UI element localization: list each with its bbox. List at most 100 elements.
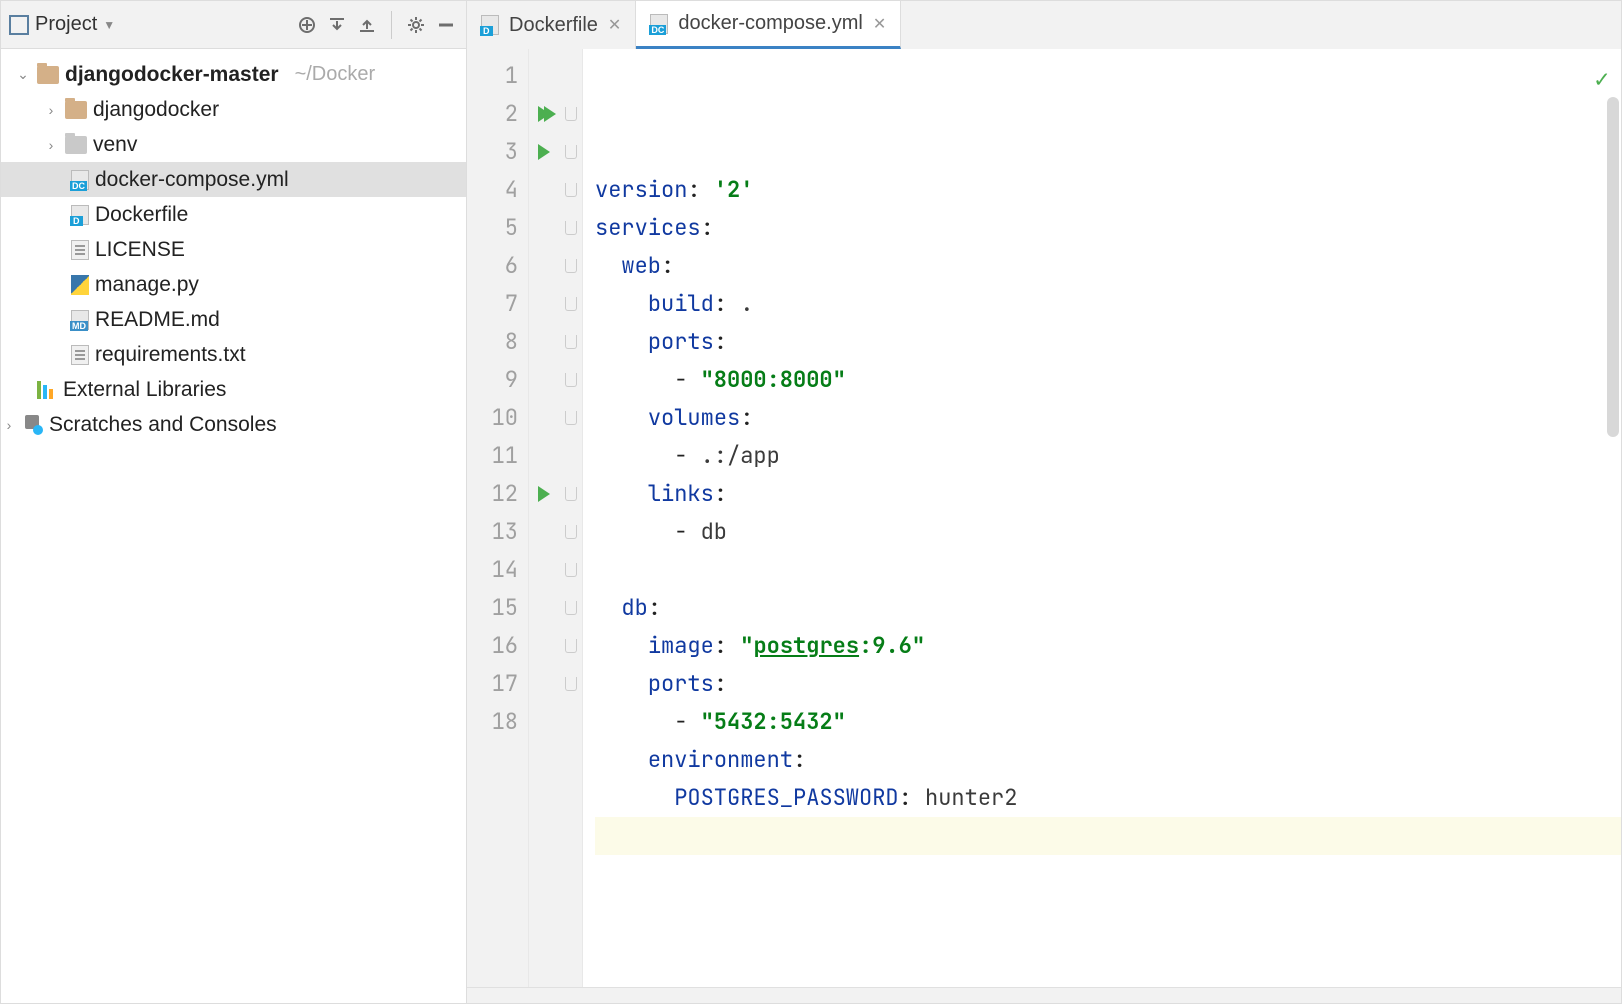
fold-icon[interactable] <box>565 335 577 349</box>
code-line[interactable]: - "8000:8000" <box>595 361 1621 399</box>
tree-item-manage-py[interactable]: manage.py <box>1 267 466 302</box>
project-sidebar: Project ▼ ⌄ dj <box>1 1 467 1003</box>
tree-item-label: LICENSE <box>95 238 185 262</box>
fold-icon[interactable] <box>565 525 577 539</box>
code-line[interactable]: version: '2' <box>595 171 1621 209</box>
file-icon <box>71 240 89 260</box>
tree-item-label: venv <box>93 133 137 157</box>
code-line[interactable]: environment: <box>595 741 1621 779</box>
tree-item-Dockerfile[interactable]: Dockerfile <box>1 197 466 232</box>
fold-icon[interactable] <box>565 411 577 425</box>
expand-all-icon[interactable] <box>325 13 349 37</box>
code-line[interactable]: - "5432:5432" <box>595 703 1621 741</box>
gear-icon[interactable] <box>404 13 428 37</box>
close-icon[interactable]: ✕ <box>608 15 621 35</box>
libraries-icon <box>37 381 57 399</box>
code-line[interactable]: web: <box>595 247 1621 285</box>
run-icon[interactable] <box>538 144 550 160</box>
file-icon <box>481 15 499 35</box>
file-icon <box>71 345 89 365</box>
line-number[interactable]: 6 <box>471 247 518 285</box>
code-line[interactable] <box>595 551 1621 589</box>
fold-icon[interactable] <box>565 107 577 121</box>
code-line[interactable]: db: <box>595 589 1621 627</box>
file-icon <box>71 205 89 225</box>
code-line[interactable]: ports: <box>595 323 1621 361</box>
fold-icon[interactable] <box>565 373 577 387</box>
tree-root[interactable]: ⌄ djangodocker-master ~/Docker <box>1 57 466 92</box>
code-area[interactable]: ✓ version: '2'services: web: build: . po… <box>583 49 1621 987</box>
fold-icon[interactable] <box>565 259 577 273</box>
fold-icon[interactable] <box>565 677 577 691</box>
code-line[interactable]: image: "postgres:9.6" <box>595 627 1621 665</box>
external-libraries[interactable]: External Libraries <box>1 372 466 407</box>
project-view-selector[interactable]: Project ▼ <box>9 13 115 36</box>
code-line[interactable] <box>595 817 1621 855</box>
inspection-ok-icon[interactable]: ✓ <box>1595 61 1609 99</box>
line-number[interactable]: 9 <box>471 361 518 399</box>
line-number[interactable]: 5 <box>471 209 518 247</box>
code-line[interactable]: links: <box>595 475 1621 513</box>
tab-Dockerfile[interactable]: Dockerfile✕ <box>467 1 636 49</box>
line-number[interactable]: 1 <box>471 57 518 95</box>
line-number[interactable]: 17 <box>471 665 518 703</box>
line-number[interactable]: 10 <box>471 399 518 437</box>
line-number[interactable]: 11 <box>471 437 518 475</box>
line-number[interactable]: 18 <box>471 703 518 741</box>
tree-item-README-md[interactable]: README.md <box>1 302 466 337</box>
editor-tabs: Dockerfile✕ docker-compose.yml ✕ <box>467 1 1621 49</box>
fold-gutter <box>559 49 583 987</box>
fold-icon[interactable] <box>565 563 577 577</box>
code-line[interactable]: ports: <box>595 665 1621 703</box>
line-number[interactable]: 2 <box>471 95 518 133</box>
editor[interactable]: 123456789101112131415161718 ✓ version: '… <box>467 49 1621 987</box>
line-number[interactable]: 8 <box>471 323 518 361</box>
tree-item-LICENSE[interactable]: LICENSE <box>1 232 466 267</box>
run-icon[interactable] <box>538 486 550 502</box>
fold-icon[interactable] <box>565 221 577 235</box>
line-number[interactable]: 13 <box>471 513 518 551</box>
line-number[interactable]: 4 <box>471 171 518 209</box>
fold-icon[interactable] <box>565 639 577 653</box>
tree-item-djangodocker[interactable]: ›djangodocker <box>1 92 466 127</box>
tab-label: docker-compose.yml <box>678 12 863 35</box>
tree-item-label: requirements.txt <box>95 343 246 367</box>
close-icon[interactable]: ✕ <box>873 14 886 34</box>
line-number[interactable]: 14 <box>471 551 518 589</box>
tree-item-label: djangodocker <box>93 98 219 122</box>
select-opened-file-icon[interactable] <box>295 13 319 37</box>
line-number[interactable]: 15 <box>471 589 518 627</box>
line-number[interactable]: 3 <box>471 133 518 171</box>
tree-item-requirements-txt[interactable]: requirements.txt <box>1 337 466 372</box>
code-line[interactable]: build: . <box>595 285 1621 323</box>
code-line[interactable]: - .:/app <box>595 437 1621 475</box>
fold-icon[interactable] <box>565 183 577 197</box>
vertical-scrollbar[interactable] <box>1607 97 1619 437</box>
run-all-icon[interactable] <box>538 106 550 122</box>
tree-item-label: docker-compose.yml <box>95 168 289 192</box>
fold-icon[interactable] <box>565 487 577 501</box>
fold-icon[interactable] <box>565 297 577 311</box>
collapse-all-icon[interactable] <box>355 13 379 37</box>
file-icon <box>71 275 89 295</box>
fold-icon[interactable] <box>565 601 577 615</box>
code-line[interactable]: volumes: <box>595 399 1621 437</box>
editor-area: Dockerfile✕docker-compose.yml✕ 123456789… <box>467 1 1621 1003</box>
line-number[interactable]: 16 <box>471 627 518 665</box>
line-number[interactable]: 7 <box>471 285 518 323</box>
code-line[interactable]: services: <box>595 209 1621 247</box>
code-line[interactable]: - db <box>595 513 1621 551</box>
code-line[interactable]: POSTGRES_PASSWORD: hunter2 <box>595 779 1621 817</box>
tab-docker-compose-yml[interactable]: docker-compose.yml ✕ <box>636 1 901 49</box>
line-number[interactable]: 12 <box>471 475 518 513</box>
horizontal-scrollbar[interactable] <box>467 987 1621 1003</box>
hide-icon[interactable] <box>434 13 458 37</box>
chevron-down-icon: ▼ <box>103 18 115 32</box>
project-tree: ⌄ djangodocker-master ~/Docker ›djangodo… <box>1 49 466 1003</box>
tree-item-venv[interactable]: › venv <box>1 127 466 162</box>
scratches-and-consoles[interactable]: › Scratches and Consoles <box>1 407 466 442</box>
folder-icon <box>37 66 59 84</box>
fold-icon[interactable] <box>565 145 577 159</box>
tree-item-docker-compose-yml[interactable]: docker-compose.yml <box>1 162 466 197</box>
chevron-right-icon: › <box>43 137 59 153</box>
